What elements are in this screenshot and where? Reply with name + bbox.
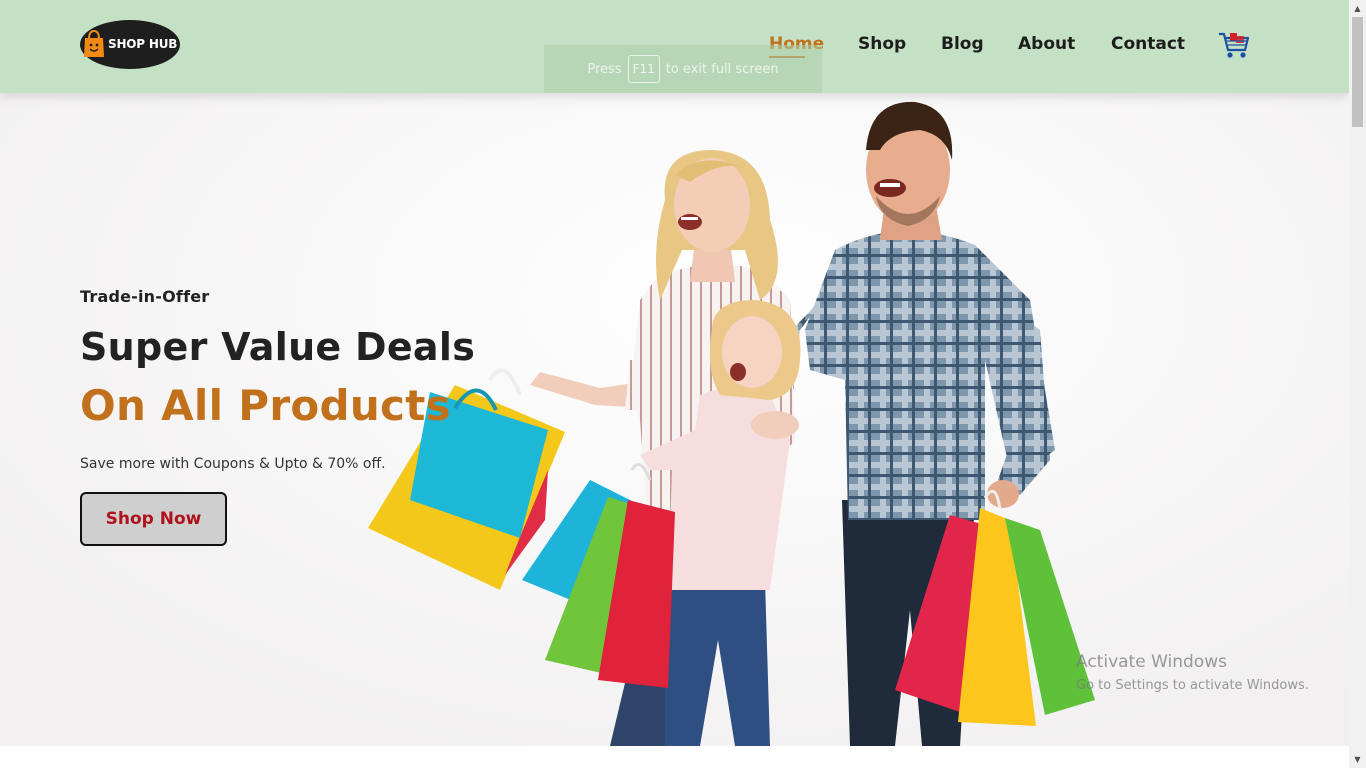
toast-prefix: Press	[587, 61, 622, 77]
hero-subtext: Save more with Coupons & Upto & 70% off.	[80, 456, 386, 472]
watermark-subtitle: Go to Settings to activate Windows.	[1076, 678, 1309, 693]
nav-item-contact[interactable]: Contact	[1111, 34, 1185, 54]
nav-item-about[interactable]: About	[1018, 34, 1075, 54]
scrollbar-thumb[interactable]	[1352, 17, 1363, 127]
scroll-down-icon[interactable]: ▼	[1349, 751, 1366, 768]
logo-text: SHOP HUB	[108, 37, 178, 51]
nav-item-blog[interactable]: Blog	[941, 34, 984, 54]
vertical-scrollbar[interactable]: ▲ ▼	[1349, 0, 1366, 768]
windows-activation-watermark: Activate Windows Go to Settings to activ…	[1076, 652, 1309, 693]
hero-headline-accent: On All Products	[80, 381, 451, 430]
watermark-title: Activate Windows	[1076, 652, 1227, 672]
scroll-up-icon[interactable]: ▲	[1349, 0, 1366, 17]
toast-suffix: to exit full screen	[665, 61, 779, 77]
hero-copy: Trade-in-Offer Super Value Deals On All …	[80, 287, 600, 546]
shopping-cart-icon[interactable]	[1218, 30, 1250, 60]
hero-section: Trade-in-Offer Super Value Deals On All …	[0, 0, 1349, 746]
shop-now-button[interactable]: Shop Now	[80, 492, 227, 546]
logo[interactable]: SHOP HUB	[80, 20, 180, 69]
page: Trade-in-Offer Super Value Deals On All …	[0, 0, 1349, 768]
toast-key: F11	[627, 55, 660, 83]
shopping-bag-icon	[84, 30, 104, 57]
hero-eyebrow: Trade-in-Offer	[80, 287, 210, 306]
nav-item-shop[interactable]: Shop	[858, 34, 906, 54]
fullscreen-toast: Press F11 to exit full screen	[544, 45, 822, 93]
hero-headline: Super Value Deals	[80, 325, 476, 369]
